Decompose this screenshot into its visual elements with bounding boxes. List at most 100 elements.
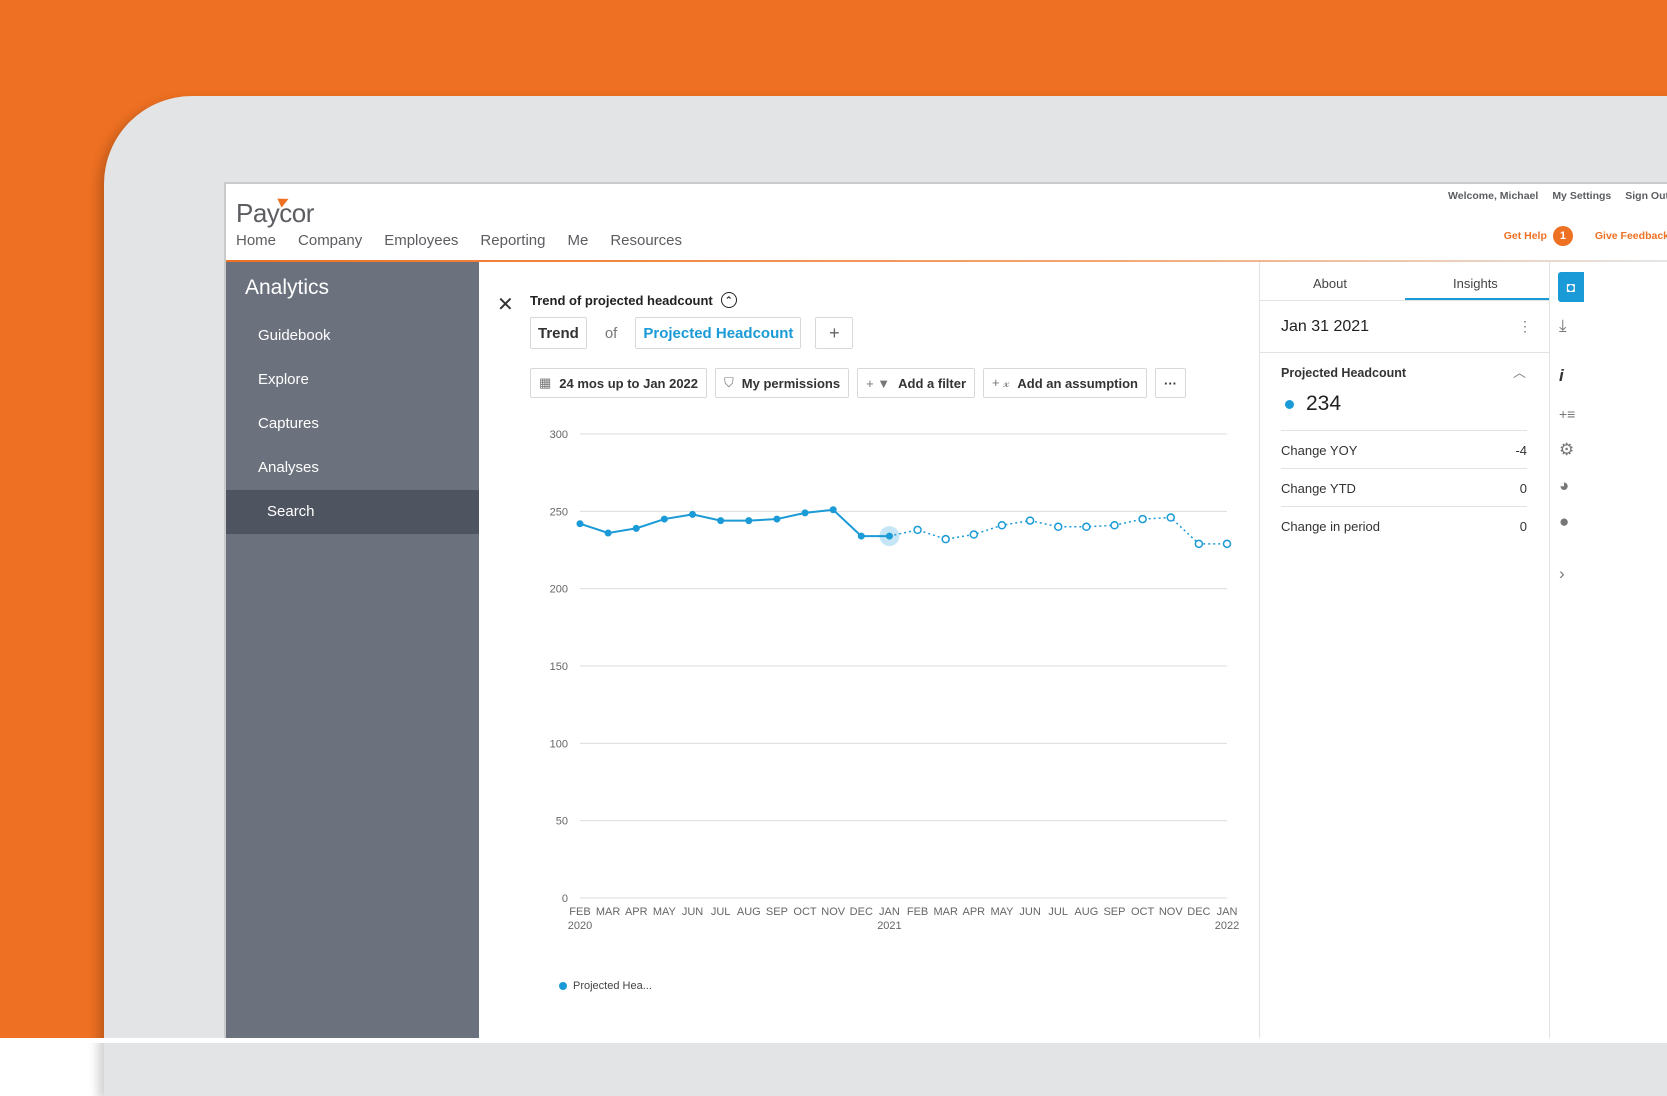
close-icon[interactable]: ✕ (497, 292, 514, 317)
nav-reporting[interactable]: Reporting (480, 232, 545, 249)
more-options-button[interactable]: ··· (1155, 368, 1186, 398)
trend-button[interactable]: Trend (530, 317, 587, 349)
y-tick-label: 200 (550, 584, 568, 596)
insight-row-value: 0 (1519, 518, 1527, 534)
legend-label: Projected Hea... (573, 980, 652, 992)
add-filter-label: Add a filter (898, 375, 967, 391)
calendar-icon: ▦ (539, 375, 552, 390)
add-measure-button[interactable]: + (815, 317, 854, 349)
sidebar-item-guidebook[interactable]: Guidebook (226, 314, 479, 358)
chevron-up-icon[interactable]: ︿ (1513, 362, 1526, 381)
app-screen: Paycor Home Company Employees Reporting … (224, 182, 1667, 1040)
welcome-text: Welcome, Michael (1448, 190, 1539, 202)
tool-strip: ◘ ⤓ i +≡ ⚙ ◕ ● › (1549, 262, 1584, 1040)
x-tick-label: NOV (1159, 906, 1184, 918)
get-help-link[interactable]: Get Help (1504, 230, 1547, 242)
metric-title: Projected Headcount (1281, 366, 1407, 380)
data-point (717, 517, 725, 525)
y-tick-label: 50 (556, 816, 568, 828)
sidebar-item-captures[interactable]: Captures (226, 402, 479, 446)
x-tick-label: JUN (1019, 906, 1040, 918)
nav-resources[interactable]: Resources (610, 232, 682, 249)
sidebar-item-explore[interactable]: Explore (226, 358, 479, 402)
data-point (1138, 514, 1147, 524)
sign-out-link[interactable]: Sign Out (1625, 190, 1667, 202)
palette-icon[interactable]: ◕ (1559, 476, 1569, 496)
chart-legend[interactable]: Projected Hea... (559, 980, 652, 992)
x-tick-year: 2021 (877, 920, 901, 932)
x-tick-label: MAY (653, 906, 677, 918)
data-point (1053, 522, 1063, 532)
nav-home[interactable]: Home (236, 232, 276, 249)
permissions-button[interactable]: ⛉ My permissions (715, 368, 850, 398)
data-point (913, 525, 922, 535)
data-point (1194, 539, 1204, 549)
tab-about[interactable]: About (1313, 276, 1347, 291)
x-tick-label: APR (625, 906, 648, 918)
my-settings-link[interactable]: My Settings (1552, 190, 1611, 202)
query-bar: Trend of Projected Headcount + (530, 317, 854, 349)
data-point (1166, 513, 1175, 522)
x-tick-label: SEP (1103, 906, 1125, 918)
top-nav: Home Company Employees Reporting Me Reso… (236, 232, 682, 249)
x-tick-label: MAY (990, 906, 1014, 918)
data-point (1110, 521, 1119, 530)
alert-icon[interactable]: ● (1559, 512, 1569, 532)
data-point (576, 520, 584, 528)
insight-row-value: -4 (1515, 442, 1527, 458)
sidebar-item-search[interactable]: Search (226, 490, 479, 534)
series-line-actual (579, 508, 890, 538)
data-point (885, 532, 893, 540)
insight-row-value: 0 (1519, 480, 1527, 496)
help-row: Get Help 1 Give Feedback (1504, 226, 1667, 246)
info-icon[interactable]: i (1559, 366, 1564, 386)
tab-insights[interactable]: Insights (1453, 276, 1498, 291)
data-point (941, 534, 950, 544)
insight-row: Change in period 0 (1281, 506, 1527, 545)
download-icon[interactable]: ⤓ (1559, 316, 1567, 336)
kebab-menu-icon[interactable]: ⋮ (1518, 318, 1532, 335)
x-tick-label: AUG (737, 906, 761, 918)
x-tick-label: OCT (1131, 906, 1155, 918)
add-list-icon[interactable]: +≡ (1559, 406, 1575, 422)
x-tick-label: APR (963, 906, 986, 918)
data-point (604, 529, 612, 537)
sidebar-title: Analytics (245, 276, 330, 299)
nav-company[interactable]: Company (298, 232, 362, 249)
account-links: Welcome, Michael My Settings Sign Out (1448, 190, 1667, 202)
add-filter-button[interactable]: + ▼ Add a filter (857, 368, 976, 398)
sidebar-item-analyses[interactable]: Analyses (226, 446, 479, 490)
x-tick-label: FEB (569, 906, 590, 918)
date-range-button[interactable]: ▦ 24 mos up to Jan 2022 (530, 368, 708, 398)
y-tick-label: 250 (550, 506, 568, 518)
x-tick-label: NOV (821, 906, 846, 918)
insight-row-label: Change in period (1281, 518, 1381, 534)
insight-date: Jan 31 2021 (1281, 318, 1370, 335)
give-feedback-link[interactable]: Give Feedback (1595, 230, 1667, 242)
nav-employees[interactable]: Employees (384, 232, 458, 249)
filter-bar: ▦ 24 mos up to Jan 2022 ⛉ My permissions +… (530, 368, 1186, 398)
x-tick-label: MAR (596, 906, 621, 918)
capture-icon[interactable]: ◘ (1558, 272, 1584, 302)
insight-row: Change YOY -4 (1281, 430, 1527, 469)
metric-value-row: 234 (1285, 392, 1341, 416)
variable-icon: + 𝓍 (992, 375, 1010, 390)
measure-button[interactable]: Projected Headcount (635, 317, 802, 349)
insight-row: Change YTD 0 (1281, 468, 1527, 507)
data-point (1025, 516, 1035, 525)
data-point (773, 515, 781, 523)
collapse-icon[interactable]: ⌃ (720, 292, 737, 308)
nav-me[interactable]: Me (567, 232, 588, 249)
metric-value: 234 (1306, 392, 1342, 415)
chevron-right-icon[interactable]: › (1559, 564, 1565, 584)
data-point (997, 521, 1007, 530)
gear-icon[interactable]: ⚙ (1559, 440, 1574, 460)
add-assumption-label: Add an assumption (1017, 375, 1138, 391)
chart-title-row: Trend of projected headcount ⌃ (530, 292, 737, 308)
legend-swatch (559, 982, 567, 990)
x-tick-label: DEC (1187, 906, 1210, 918)
data-point (829, 506, 837, 514)
date-range-label: 24 mos up to Jan 2022 (559, 375, 699, 391)
add-assumption-button[interactable]: + 𝓍 Add an assumption (983, 368, 1147, 398)
data-point (745, 517, 753, 525)
